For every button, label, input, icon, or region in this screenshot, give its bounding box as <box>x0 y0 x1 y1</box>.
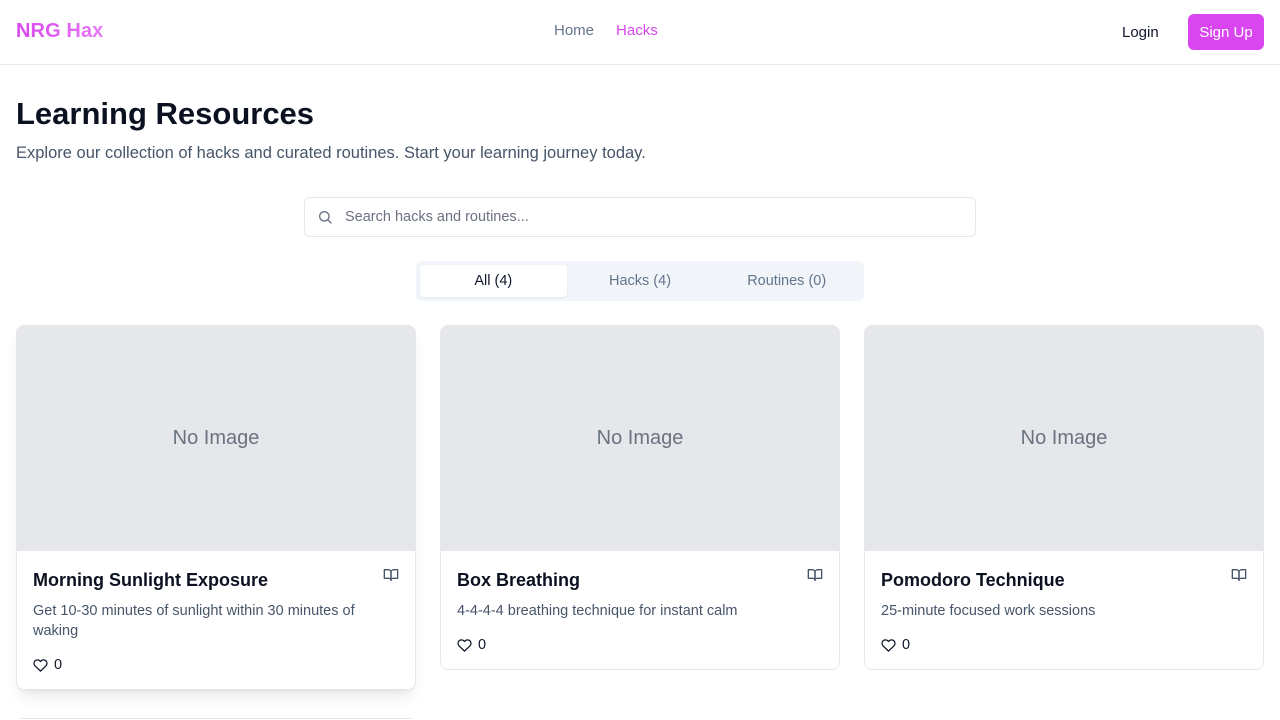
book-open-icon <box>807 569 823 581</box>
resource-card[interactable]: No Image Pomodoro Technique 25-minute fo… <box>864 325 1264 670</box>
like-button[interactable]: 0 <box>457 637 823 653</box>
card-body: Morning Sunlight Exposure Get 10-30 minu… <box>17 551 415 689</box>
tab-routines[interactable]: Routines (0) <box>713 265 860 297</box>
card-image-placeholder: No Image <box>441 326 839 551</box>
nav-link-home[interactable]: Home <box>554 22 594 39</box>
card-description: 25-minute focused work sessions <box>881 603 1096 619</box>
card-image-placeholder: No Image <box>17 326 415 551</box>
book-open-icon <box>383 569 399 581</box>
login-button[interactable]: Login <box>1110 14 1171 50</box>
like-button[interactable]: 0 <box>881 637 1247 653</box>
card-image-placeholder: No Image <box>865 326 1263 551</box>
like-count: 0 <box>478 637 487 653</box>
brand-logo[interactable]: NRG Hax <box>16 20 103 43</box>
book-open-icon <box>1231 569 1247 581</box>
like-count: 0 <box>902 637 911 653</box>
heart-icon <box>457 638 472 652</box>
resource-card[interactable]: No Image Box Breathing 4-4-4-4 breathing… <box>440 325 840 670</box>
like-button[interactable]: 0 <box>33 657 399 673</box>
card-body: Pomodoro Technique 25-minute focused wor… <box>865 551 1263 669</box>
nav-links: Home Hacks <box>554 22 658 39</box>
heart-icon <box>881 638 896 652</box>
card-description: Get 10-30 minutes of sunlight within 30 … <box>33 603 355 639</box>
signup-button[interactable]: Sign Up <box>1188 14 1264 50</box>
nav-link-hacks[interactable]: Hacks <box>616 22 658 39</box>
page-subtitle: Explore our collection of hacks and cura… <box>16 144 646 162</box>
card-title: Morning Sunlight Exposure <box>33 570 268 590</box>
tab-hacks[interactable]: Hacks (4) <box>567 265 714 297</box>
navbar: NRG Hax Home Hacks Login Sign Up <box>0 0 1280 65</box>
heart-icon <box>33 658 48 672</box>
search-input[interactable] <box>345 198 965 236</box>
like-count: 0 <box>54 657 63 673</box>
card-title: Box Breathing <box>457 570 581 590</box>
filter-tabs: All (4) Hacks (4) Routines (0) <box>416 261 864 301</box>
search-box <box>304 197 976 237</box>
resource-card[interactable]: No Image Morning Sunlight Exposure Get 1… <box>16 325 416 690</box>
page-title: Learning Resources <box>16 96 315 131</box>
card-body: Box Breathing 4-4-4-4 breathing techniqu… <box>441 551 839 669</box>
card-description: 4-4-4-4 breathing technique for instant … <box>457 603 738 619</box>
tab-all[interactable]: All (4) <box>420 265 567 297</box>
search-icon <box>319 211 332 224</box>
card-title: Pomodoro Technique <box>881 570 1065 590</box>
